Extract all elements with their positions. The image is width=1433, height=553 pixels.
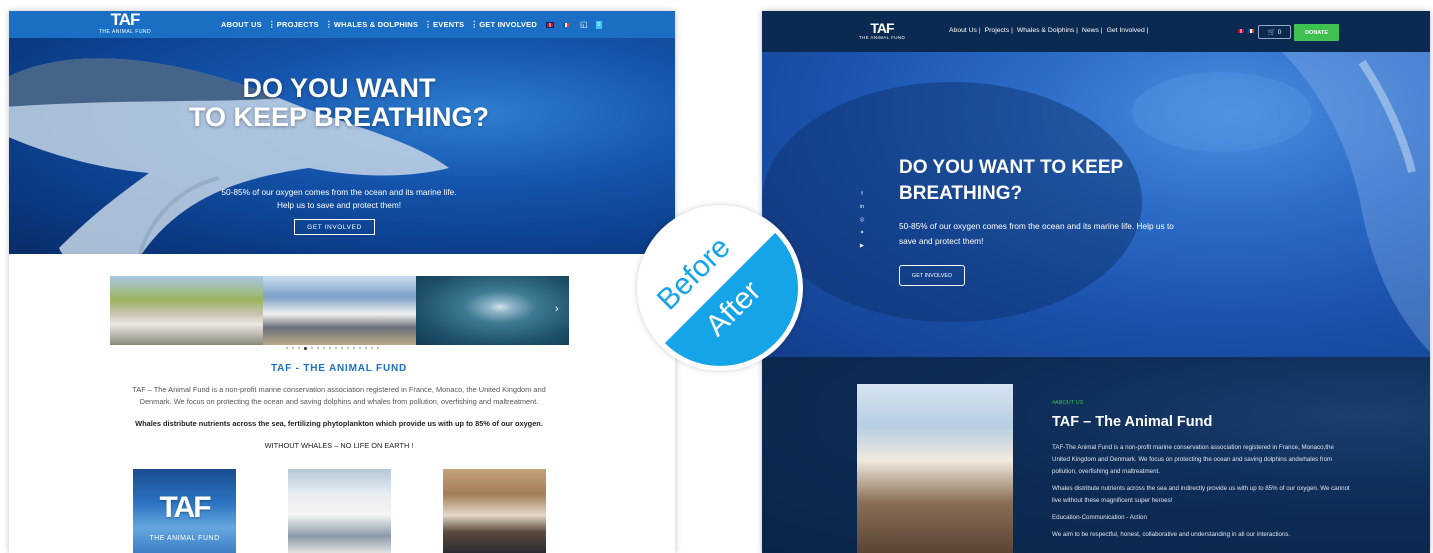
after-navbar: TAF THE ANIMAL FUND About Us | Projects …	[762, 11, 1430, 52]
more-icon: ⋮	[470, 19, 479, 29]
about-eyebrow: #ABOUT US	[1052, 400, 1084, 406]
twitter-icon[interactable]: ✦	[859, 230, 865, 237]
hero-text: 50-85% of our oxygen comes from the ocea…	[221, 187, 457, 210]
logo-subtitle: THE ANIMAL FUND	[858, 35, 906, 40]
logo-mark: TAF	[110, 11, 141, 29]
nav-get-involved[interactable]: Get Involved |	[1107, 27, 1149, 34]
about-title: TAF – The Animal Fund	[1052, 414, 1213, 430]
cart-count-badge: 0	[595, 20, 603, 29]
about-photo	[857, 384, 1013, 553]
nav-label: ABOUT US	[221, 20, 262, 29]
linkedin-icon[interactable]: in	[859, 204, 865, 211]
shopping-bag-icon[interactable]: ◱	[580, 20, 588, 29]
thumb-logo-sub: THE ANIMAL FUND	[149, 535, 220, 542]
get-involved-button[interactable]: GET INVOLVED	[294, 219, 375, 235]
thumbnail-group-photo[interactable]	[288, 469, 391, 553]
nav-label: WHALES & DOLPHINS	[333, 20, 419, 29]
nav-label: GET INVOLVED	[479, 20, 537, 29]
language-flags	[1234, 28, 1254, 34]
slide-image	[110, 276, 263, 345]
intro-text: TAF – The Animal Fund is a non-profit ma…	[132, 385, 546, 406]
thumb-logo-mark: TAF	[159, 491, 211, 524]
before-navbar: TAF THE ANIMAL FUND ABOUT US ⋮ PROJECTS ⋮ …	[9, 11, 675, 38]
before-menu: ABOUT US ⋮ PROJECTS ⋮ WHALES & DOLPHINS ⋮ E…	[221, 11, 603, 38]
image-slider[interactable]	[110, 276, 569, 345]
cart-count: 0	[1277, 28, 1282, 36]
slide-image	[263, 276, 416, 345]
chevron-right-icon[interactable]: ›	[555, 303, 559, 315]
after-website: TAF THE ANIMAL FUND About Us | Projects …	[762, 11, 1430, 553]
more-icon: ⋮	[424, 19, 433, 29]
youtube-icon[interactable]: ▶	[859, 243, 865, 250]
hero-title: DO YOU WANT TO KEEP BREATHING?	[899, 157, 1124, 204]
slide-image	[416, 276, 569, 345]
instagram-icon[interactable]: ◎	[859, 217, 865, 224]
nav-get-involved[interactable]: GET INVOLVED	[479, 20, 537, 29]
after-hero: f in ◎ ✦ ▶ DO YOU WANT TO KEEP BREATHING?…	[762, 52, 1430, 357]
slider-pagination[interactable]	[286, 346, 379, 350]
about-paragraph: Education-Communication - Action	[1052, 514, 1147, 521]
before-logo[interactable]: TAF THE ANIMAL FUND	[97, 11, 153, 38]
nav-news[interactable]: News |	[1082, 27, 1103, 34]
after-menu: About Us | Projects | Whales & Dolphins …	[949, 27, 1148, 34]
section-title: TAF - THE ANIMAL FUND	[270, 363, 408, 374]
logo-subtitle: THE ANIMAL FUND	[98, 29, 152, 35]
hero-title: DO YOU WANT TO KEEP BREATHING?	[188, 73, 490, 132]
about-body: TAF-The Animal Fund is a non-profit mari…	[1052, 442, 1352, 546]
get-involved-button[interactable]: GET INVOLVED	[899, 265, 965, 286]
thumbnail-logo[interactable]: TAF THE ANIMAL FUND	[133, 469, 236, 553]
cart-icon: 🛒	[1267, 29, 1276, 36]
about-paragraph: TAF-The Animal Fund is a non-profit mari…	[1052, 444, 1334, 475]
more-icon: ⋮	[267, 19, 276, 29]
nav-whales-dolphins[interactable]: Whales & Dolphins |	[1017, 27, 1078, 34]
nav-about-us[interactable]: ABOUT US ⋮	[221, 19, 276, 29]
before-after-badge: Before After	[637, 205, 803, 371]
logo-mark: TAF	[870, 20, 894, 36]
uk-flag-icon[interactable]	[1237, 28, 1245, 34]
donate-button[interactable]: DONATE	[1294, 24, 1339, 41]
nav-whales-dolphins[interactable]: WHALES & DOLPHINS ⋮	[333, 19, 433, 29]
tagline: WITHOUT WHALES – NO LIFE ON EARTH !	[264, 441, 414, 450]
after-logo[interactable]: TAF THE ANIMAL FUND	[858, 21, 906, 40]
hero-text: 50-85% of our oxygen comes from the ocea…	[899, 221, 1174, 246]
before-website: TAF THE ANIMAL FUND ABOUT US ⋮ PROJECTS ⋮ …	[9, 11, 675, 553]
facebook-icon[interactable]: f	[859, 191, 865, 198]
nav-events[interactable]: EVENTS ⋮	[433, 19, 479, 29]
about-section: #ABOUT US TAF – The Animal Fund TAF-The …	[762, 357, 1430, 553]
cart-button[interactable]: 🛒 0	[1258, 25, 1291, 39]
nav-projects[interactable]: PROJECTS ⋮	[276, 19, 334, 29]
whale-image	[9, 58, 449, 254]
nav-about-us[interactable]: About Us |	[949, 27, 981, 34]
social-links: f in ◎ ✦ ▶	[859, 191, 865, 250]
about-paragraph: Whales distribute nutrients across the s…	[1052, 485, 1350, 504]
more-icon: ⋮	[324, 19, 334, 29]
nav-projects[interactable]: Projects |	[985, 27, 1013, 34]
about-paragraph: We aim to be respectful, honest, collabo…	[1052, 531, 1291, 538]
uk-flag-icon[interactable]	[545, 21, 554, 28]
fr-flag-icon[interactable]	[1248, 29, 1254, 33]
fr-flag-icon[interactable]	[562, 22, 569, 27]
thumbnail-people-photo[interactable]	[443, 469, 546, 553]
nav-label: EVENTS	[433, 20, 465, 29]
nav-label: PROJECTS	[276, 20, 319, 29]
bold-text: Whales distribute nutrients across the s…	[135, 419, 543, 428]
comparison-stage: TAF THE ANIMAL FUND ABOUT US ⋮ PROJECTS ⋮ …	[0, 0, 1433, 553]
before-hero: DO YOU WANT TO KEEP BREATHING? 50-85% of …	[9, 38, 675, 254]
